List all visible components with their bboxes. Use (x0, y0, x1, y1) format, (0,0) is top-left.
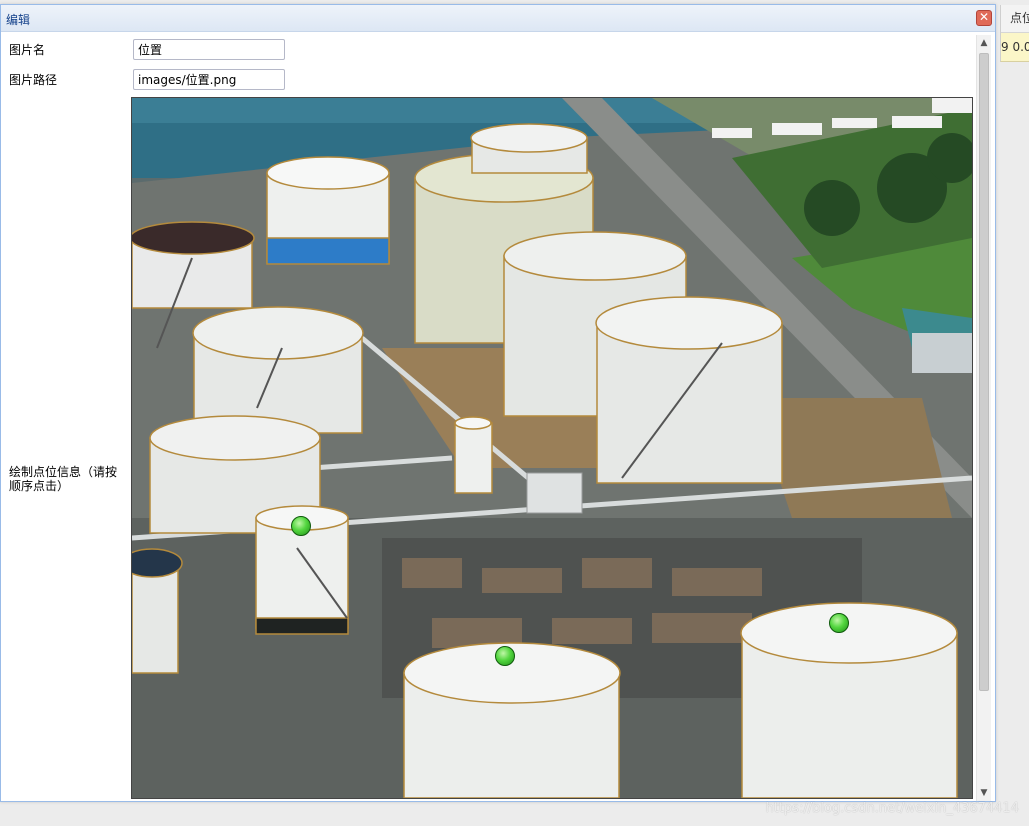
draw-points-label: 绘制点位信息（请按顺序点击） (9, 465, 118, 493)
background-grid-panel: 点位 9 0.00 (1000, 5, 1029, 62)
tank-farm-image (132, 98, 972, 798)
watermark: https://blog.csdn.net/weixin_43674414 (765, 801, 1019, 816)
scroll-thumb[interactable] (979, 53, 989, 691)
image-path-input[interactable] (133, 69, 285, 90)
vertical-scrollbar[interactable]: ▲ ▼ (976, 35, 991, 801)
image-path-label: 图片路径 (9, 73, 58, 87)
point-marker-2[interactable] (495, 646, 515, 666)
dialog-body: 图片名 图片路径 绘制点位信息（请按顺序点击） (7, 33, 975, 799)
point-drawing-canvas[interactable] (131, 97, 973, 799)
image-name-input[interactable] (133, 39, 285, 60)
scroll-down-icon[interactable]: ▼ (977, 786, 991, 800)
scroll-up-icon[interactable]: ▲ (977, 36, 991, 50)
edit-dialog: 编辑 ✕ 图片名 图片路径 绘制点位信息（请按顺序点击） 位置 images/位… (0, 4, 996, 802)
dialog-titlebar[interactable]: 编辑 ✕ (1, 5, 995, 32)
dialog-title: 编辑 (6, 13, 31, 27)
close-icon[interactable]: ✕ (976, 10, 992, 26)
point-marker-1[interactable] (291, 516, 311, 536)
grid-column-header: 点位 (1001, 5, 1029, 33)
label-column: 图片名 图片路径 绘制点位信息（请按顺序点击） (7, 33, 132, 799)
image-name-label: 图片名 (9, 43, 46, 57)
point-marker-3[interactable] (829, 613, 849, 633)
grid-cell: 9 0.00 (1001, 40, 1029, 54)
